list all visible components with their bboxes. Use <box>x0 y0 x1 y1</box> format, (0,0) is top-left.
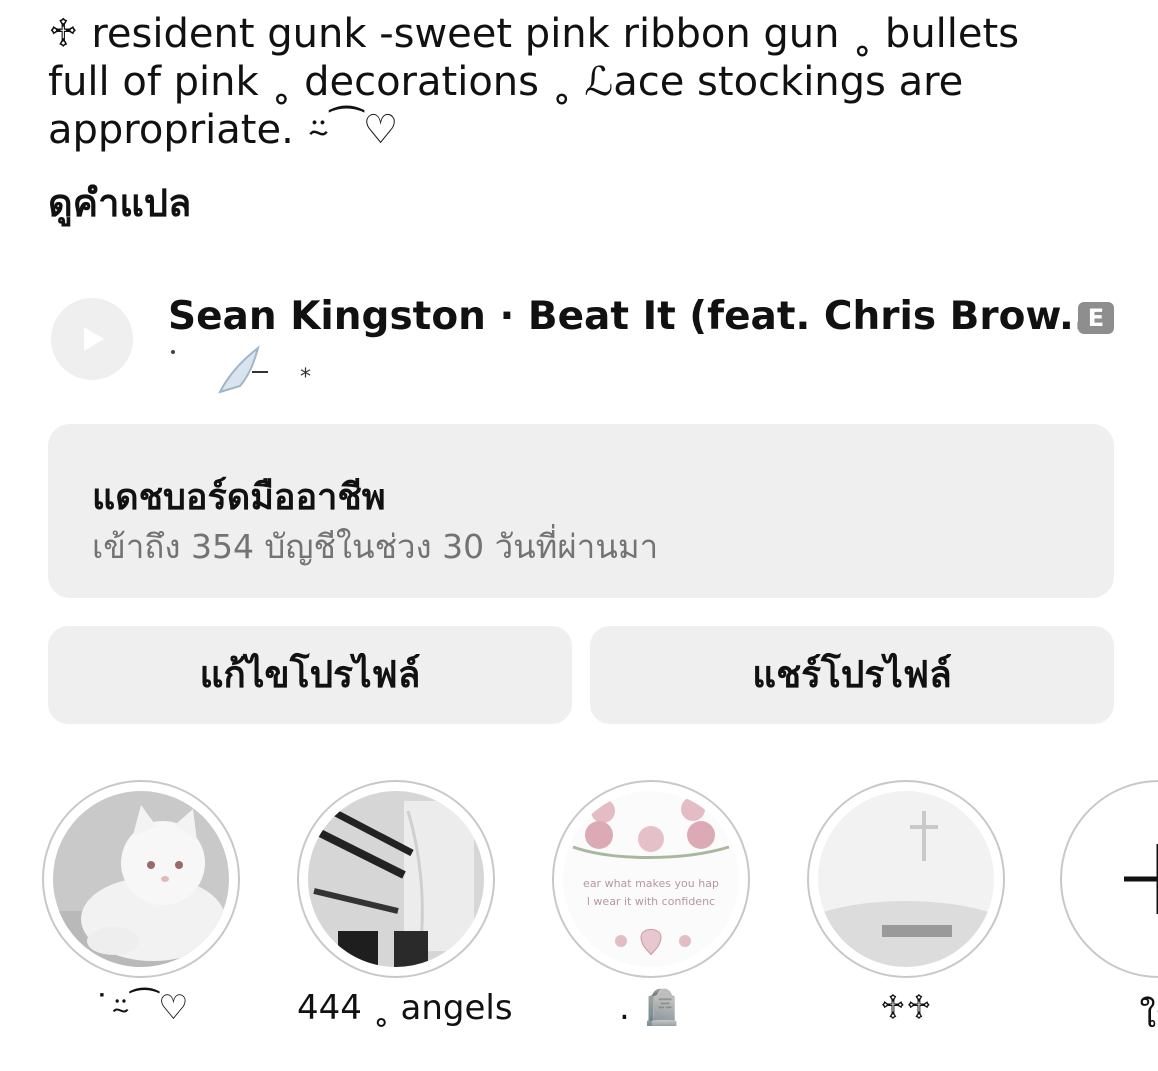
share-profile-button[interactable]: แชร์โปรไฟล์ <box>590 626 1114 724</box>
edit-profile-button[interactable]: แก้ไขโปรไฟล์ <box>48 626 572 724</box>
highlight-cover[interactable] <box>42 780 240 978</box>
music-subtitle: * <box>168 338 348 398</box>
story-highlight[interactable]: 444 ˳ angels <box>297 780 513 1028</box>
clothes-thumbnail <box>308 791 484 967</box>
explicit-badge: E <box>1078 302 1114 334</box>
roses-thumbnail: ear what makes you hap l wear it with co… <box>563 791 739 967</box>
profile-bio: ♱ resident gunk -sweet pink ribbon gun ˳… <box>48 10 1138 154</box>
bio-text: ♱ resident gunk -sweet pink ribbon gun ˳… <box>48 11 1020 153</box>
highlight-label: 444 ˳ angels <box>297 988 513 1028</box>
story-highlight[interactable]: ˙⍨⁀♡ <box>42 780 240 1028</box>
highlight-cover[interactable] <box>297 780 495 978</box>
highlight-label: . 🪦 <box>619 988 683 1028</box>
thumb-text-line1: ear what makes you hap <box>583 877 719 890</box>
highlight-label: ♱♱ <box>879 988 933 1028</box>
dashboard-title: แดชบอร์ดมืออาชีพ <box>92 477 386 518</box>
dashboard-subtitle: เข้าถึง 354 บัญชีในช่วง 30 วันที่ผ่านมา <box>92 527 659 566</box>
profile-music[interactable]: Sean Kingston · Beat It (feat. Chris Bro… <box>48 288 1114 398</box>
plus-icon <box>1124 844 1158 914</box>
highlight-label: ˙⍨⁀♡ <box>93 988 189 1028</box>
wing-icon: * <box>171 345 311 394</box>
song-title: Sean Kingston · Beat It (feat. Chris Bro… <box>168 294 1104 339</box>
highlight-cover[interactable] <box>807 780 1005 978</box>
cross-thumbnail <box>818 791 994 967</box>
thumb-text-line2: l wear it with confidenc <box>587 895 715 908</box>
new-highlight-button[interactable] <box>1060 780 1158 978</box>
highlight-cover[interactable]: ear what makes you hap l wear it with co… <box>552 780 750 978</box>
story-highlight[interactable]: ♱♱ <box>807 780 1005 1028</box>
svg-text:*: * <box>300 365 311 390</box>
kitten-thumbnail <box>53 791 229 967</box>
see-translation-link[interactable]: ดูคำแปล <box>48 172 191 233</box>
story-highlight[interactable]: ear what makes you hap l wear it with co… <box>552 780 750 1028</box>
new-highlight[interactable]: ให <box>1060 780 1158 1071</box>
highlight-label: ให <box>1139 996 1158 1036</box>
play-icon[interactable] <box>51 298 133 380</box>
professional-dashboard[interactable]: แดชบอร์ดมืออาชีพ เข้าถึง 354 บัญชีในช่วง… <box>48 424 1114 598</box>
